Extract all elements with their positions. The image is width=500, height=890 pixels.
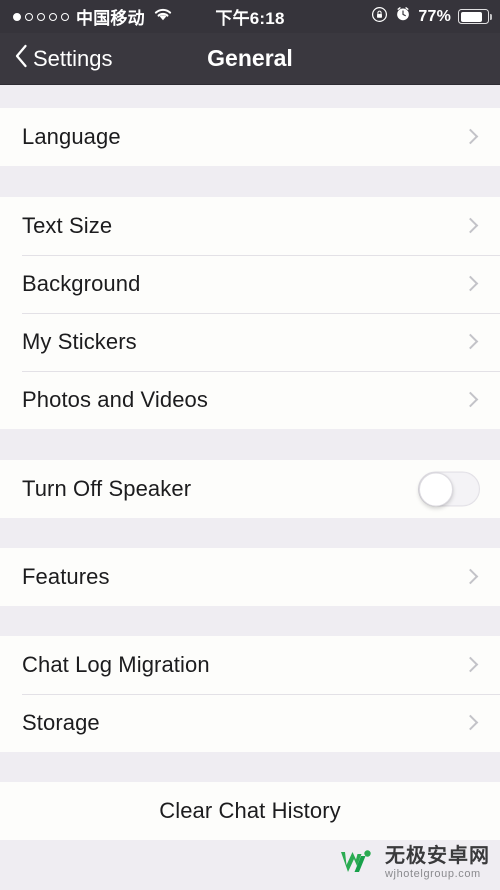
section-gap xyxy=(0,85,500,108)
carrier-label: 中国移动 xyxy=(76,9,145,28)
chevron-right-icon xyxy=(462,332,482,352)
section-gap xyxy=(0,752,500,782)
row-label: Text Size xyxy=(22,213,113,238)
alarm-clock-icon xyxy=(395,6,411,27)
settings-row-text-size[interactable]: Text Size xyxy=(0,197,500,255)
section-gap xyxy=(0,429,500,460)
settings-row-turn-off-speaker[interactable]: Turn Off Speaker xyxy=(0,460,500,518)
signal-dot-empty xyxy=(37,12,45,21)
wifi-icon xyxy=(152,6,174,27)
row-label: Photos and Videos xyxy=(22,387,208,412)
row-label: Turn Off Speaker xyxy=(22,476,192,501)
row-label: Features xyxy=(22,564,110,589)
row-label: Language xyxy=(22,124,121,149)
chevron-right-icon xyxy=(462,127,482,147)
watermark-name: 无极安卓网 xyxy=(385,842,490,867)
watermark-url: wjhotelgroup.com xyxy=(385,867,481,880)
section-gap xyxy=(0,518,500,548)
row-label: My Stickers xyxy=(22,329,137,354)
toggle-knob xyxy=(419,472,453,506)
settings-section-data: Chat Log Migration Storage xyxy=(0,636,500,752)
status-bar-right: 77% xyxy=(371,0,492,33)
status-bar: 中国移动 下午6:18 77% xyxy=(0,0,500,33)
signal-strength-dots xyxy=(13,12,69,21)
status-bar-left: 中国移动 xyxy=(0,4,174,29)
clear-chat-history-button[interactable]: Clear Chat History xyxy=(0,782,500,840)
row-label: Storage xyxy=(22,710,100,735)
battery-percent-label: 77% xyxy=(418,7,451,25)
settings-row-my-stickers[interactable]: My Stickers xyxy=(0,313,500,371)
battery-icon xyxy=(458,9,492,24)
section-gap xyxy=(0,166,500,197)
signal-dot-filled xyxy=(13,12,21,21)
navigation-bar: Settings General xyxy=(0,33,500,85)
settings-section-appearance: Text Size Background My Stickers Photos … xyxy=(0,197,500,429)
back-button[interactable]: Settings xyxy=(0,44,113,74)
watermark: 无极安卓网 wjhotelgroup.com xyxy=(337,842,490,882)
chevron-right-icon xyxy=(462,567,482,587)
w-logo-icon xyxy=(337,842,377,882)
signal-dot-empty xyxy=(25,12,33,21)
chevron-right-icon xyxy=(462,274,482,294)
row-label: Clear Chat History xyxy=(159,798,341,823)
watermark-text: 无极安卓网 wjhotelgroup.com xyxy=(385,845,490,880)
signal-dot-empty xyxy=(61,12,69,21)
chevron-left-icon xyxy=(14,44,28,74)
settings-section-clear-history: Clear Chat History xyxy=(0,782,500,840)
back-button-label: Settings xyxy=(33,45,113,71)
settings-row-language[interactable]: Language xyxy=(0,108,500,166)
settings-row-chat-log-migration[interactable]: Chat Log Migration xyxy=(0,636,500,694)
settings-section-features: Features xyxy=(0,548,500,606)
settings-row-photos-and-videos[interactable]: Photos and Videos xyxy=(0,371,500,429)
row-label: Chat Log Migration xyxy=(22,652,210,677)
rotation-lock-icon xyxy=(371,6,388,28)
settings-row-storage[interactable]: Storage xyxy=(0,694,500,752)
chevron-right-icon xyxy=(462,216,482,236)
settings-row-background[interactable]: Background xyxy=(0,255,500,313)
row-label: Background xyxy=(22,271,141,296)
chevron-right-icon xyxy=(462,713,482,733)
settings-section-speaker: Turn Off Speaker xyxy=(0,460,500,518)
settings-section-language: Language xyxy=(0,108,500,166)
settings-list: Language Text Size Background My Sticker… xyxy=(0,85,500,840)
phone-screen: 中国移动 下午6:18 77% Settings General Languag… xyxy=(0,0,500,890)
chevron-right-icon xyxy=(462,655,482,675)
settings-row-features[interactable]: Features xyxy=(0,548,500,606)
chevron-right-icon xyxy=(462,390,482,410)
signal-dot-empty xyxy=(49,12,57,21)
turn-off-speaker-toggle[interactable] xyxy=(418,471,480,507)
section-gap xyxy=(0,606,500,636)
